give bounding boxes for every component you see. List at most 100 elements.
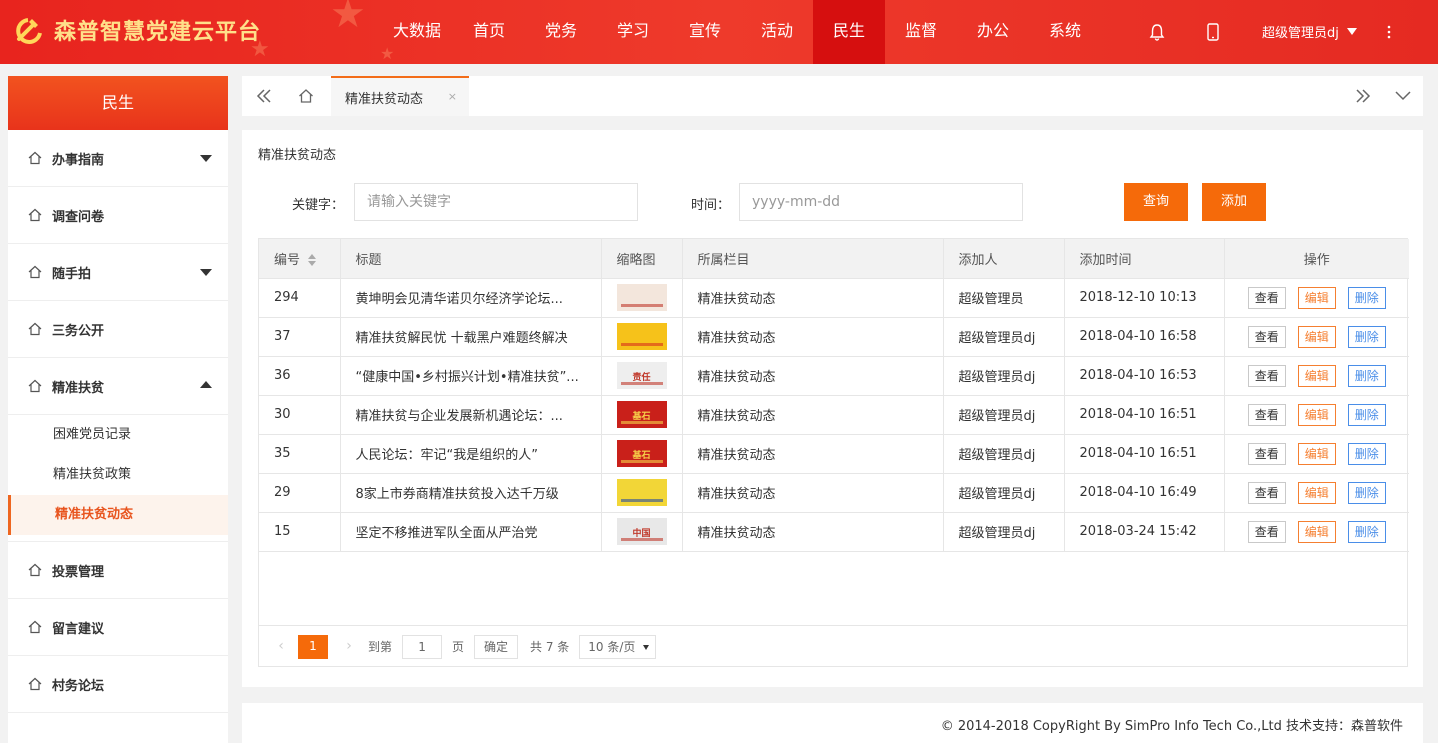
mobile-icon[interactable]: [1206, 0, 1220, 64]
page-size-select[interactable]: 10 条/页: [579, 634, 657, 659]
nav-item-2[interactable]: 党务: [525, 0, 597, 64]
nav-item-7[interactable]: 监督: [885, 0, 957, 64]
sidebar-item-3[interactable]: 三务公开: [8, 301, 228, 358]
column-header-id[interactable]: 编号: [259, 239, 341, 279]
view-button[interactable]: 查看: [1247, 403, 1286, 426]
cell-author: 超级管理员dj: [943, 395, 1065, 435]
nav-item-0[interactable]: 大数据: [381, 0, 453, 64]
tab-current[interactable]: 精准扶贫动态 ×: [331, 76, 469, 116]
query-button[interactable]: 查询: [1124, 183, 1188, 221]
thumbnail-image[interactable]: [616, 323, 667, 350]
cell-thumbnail: 责任: [601, 356, 683, 396]
sidebar-item-1[interactable]: 调查问卷: [8, 187, 228, 244]
cell-time: 2018-03-24 15:42: [1064, 512, 1225, 552]
nav-item-4[interactable]: 宣传: [669, 0, 741, 64]
scroll-right-icon[interactable]: [1343, 76, 1383, 116]
keyword-input[interactable]: [354, 183, 638, 221]
sidebar-item-label: 三务公开: [52, 323, 105, 339]
edit-button[interactable]: 编辑: [1297, 403, 1336, 426]
nav-item-3[interactable]: 学习: [597, 0, 669, 64]
cell-title: 精准扶贫与企业发展新机遇论坛：...: [340, 395, 602, 435]
cell-actions: 查看 编辑 删除: [1223, 278, 1409, 318]
nav-item-9[interactable]: 系统: [1029, 0, 1101, 64]
view-button[interactable]: 查看: [1247, 481, 1286, 504]
sidebar-item-5[interactable]: 投票管理: [8, 542, 228, 599]
sidebar-subitem-2[interactable]: 精准扶贫动态: [8, 495, 228, 535]
table-row: 294 黄坤明会见清华诺贝尔经济学论坛... 精准扶贫动态 超级管理员 2018-12-…: [259, 278, 1409, 318]
sidebar-item-2[interactable]: 随手拍: [8, 244, 228, 301]
cell-actions: 查看 编辑 删除: [1223, 434, 1409, 474]
delete-button[interactable]: 删除: [1347, 286, 1386, 309]
scroll-left-icon[interactable]: [244, 76, 284, 116]
tab-close-icon[interactable]: ×: [448, 90, 457, 103]
caret-down-icon: [1347, 28, 1358, 35]
confirm-page-button[interactable]: 确定: [474, 634, 519, 659]
add-button[interactable]: 添加: [1202, 183, 1266, 221]
cell-time: 2018-04-10 16:51: [1064, 395, 1225, 435]
view-button[interactable]: 查看: [1247, 364, 1286, 387]
table-row: 29 8家上市券商精准扶贫投入达千万级 精准扶贫动态 超级管理员dj 2018-04-1…: [259, 473, 1409, 513]
tab-menu-chevron-down-icon[interactable]: [1383, 76, 1423, 116]
edit-button[interactable]: 编辑: [1297, 520, 1336, 543]
edit-button[interactable]: 编辑: [1297, 442, 1336, 465]
sidebar-subitem-1[interactable]: 精准扶贫政策: [8, 455, 228, 495]
total-count: 共 7 条: [530, 640, 570, 654]
view-button[interactable]: 查看: [1247, 325, 1286, 348]
prev-page-icon[interactable]: ‹: [274, 635, 288, 659]
pagination: ‹ 1 › 到第 1 页 确定 共 7 条 10 条/页: [259, 625, 1407, 667]
sidebar-item-4[interactable]: 精准扶贫: [8, 358, 228, 415]
edit-button[interactable]: 编辑: [1297, 325, 1336, 348]
more-vertical-icon[interactable]: [1386, 0, 1392, 64]
thumbnail-image[interactable]: 基石: [616, 401, 667, 428]
nav-item-5[interactable]: 活动: [741, 0, 813, 64]
thumbnail-image[interactable]: [616, 284, 667, 311]
app-logo[interactable]: 森普智慧党建云平台: [14, 14, 261, 46]
edit-button[interactable]: 编辑: [1297, 286, 1336, 309]
delete-button[interactable]: 删除: [1347, 325, 1386, 348]
delete-button[interactable]: 删除: [1347, 481, 1386, 504]
cell-id: 15: [259, 512, 341, 552]
delete-button[interactable]: 删除: [1347, 442, 1386, 465]
cell-thumbnail: [601, 278, 683, 318]
sidebar-menu: 办事指南调查问卷随手拍三务公开精准扶贫 困难党员记录 精准扶贫政策 精准扶贫动态投票管…: [8, 130, 228, 713]
column-header-author: 添加人: [943, 239, 1065, 279]
thumbnail-image[interactable]: [616, 479, 667, 506]
user-menu[interactable]: 超级管理员dj: [1262, 22, 1358, 41]
nav-item-8[interactable]: 办公: [957, 0, 1029, 64]
page-jump-input[interactable]: 1: [402, 634, 443, 659]
delete-button[interactable]: 删除: [1347, 403, 1386, 426]
date-input[interactable]: [739, 183, 1023, 221]
bell-icon[interactable]: [1148, 0, 1166, 64]
nav-item-1[interactable]: 首页: [453, 0, 525, 64]
page-number-active[interactable]: 1: [298, 634, 328, 659]
cell-id: 29: [259, 473, 341, 513]
thumbnail-image[interactable]: 基石: [616, 440, 667, 467]
nav-item-6[interactable]: 民生: [813, 0, 885, 64]
main-nav: 大数据 首页 党务 学习 宣传 活动 民生 监督 办公 系统: [381, 0, 1101, 64]
caret-down-icon: [200, 155, 212, 162]
next-page-icon[interactable]: ›: [342, 635, 356, 659]
user-name: 超级管理员dj: [1262, 26, 1339, 41]
delete-button[interactable]: 删除: [1347, 520, 1386, 543]
tab-bar: 精准扶贫动态 ×: [242, 76, 1423, 116]
cell-actions: 查看 编辑 删除: [1223, 317, 1409, 357]
sidebar-item-label: 调查问卷: [52, 209, 105, 225]
sort-icon[interactable]: [308, 254, 317, 267]
home-icon[interactable]: [286, 76, 326, 116]
view-button[interactable]: 查看: [1247, 520, 1286, 543]
view-button[interactable]: 查看: [1247, 286, 1286, 309]
edit-button[interactable]: 编辑: [1297, 481, 1336, 504]
delete-button[interactable]: 删除: [1347, 364, 1386, 387]
edit-button[interactable]: 编辑: [1297, 364, 1336, 387]
sidebar-item-0[interactable]: 办事指南: [8, 130, 228, 187]
sidebar-item-7[interactable]: 村务论坛: [8, 656, 228, 713]
sidebar-subitem-0[interactable]: 困难党员记录: [8, 415, 228, 455]
sidebar-item-6[interactable]: 留言建议: [8, 599, 228, 656]
caret-up-icon: [200, 381, 212, 388]
view-button[interactable]: 查看: [1247, 442, 1286, 465]
home-icon: [28, 151, 42, 165]
thumbnail-image[interactable]: 中国: [616, 518, 667, 545]
cell-category: 精准扶贫动态: [682, 317, 944, 357]
home-icon: [28, 208, 42, 222]
thumbnail-image[interactable]: 责任: [616, 362, 667, 389]
